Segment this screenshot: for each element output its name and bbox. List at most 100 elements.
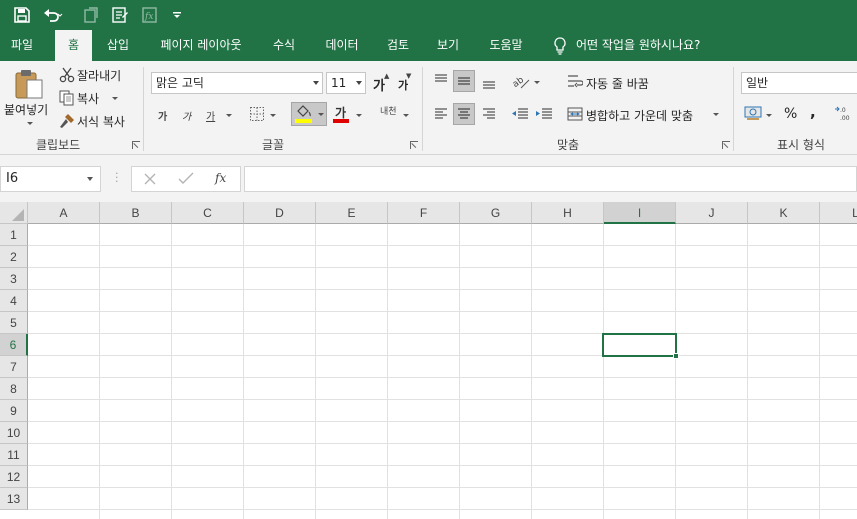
number-group-label: 표시 형식 (777, 138, 825, 152)
group-separator (422, 67, 423, 151)
align-bottom-icon[interactable] (481, 74, 497, 90)
column-header[interactable]: K (748, 202, 820, 224)
insert-function-button[interactable]: fx (215, 171, 226, 185)
cut-button[interactable]: 잘라내기 (58, 66, 130, 84)
phonetic-dropdown-icon[interactable] (403, 114, 409, 117)
tab-data[interactable]: 데이터 (317, 30, 367, 61)
copy-button[interactable]: 복사 (58, 89, 130, 107)
format-painter-icon (60, 114, 74, 128)
copy-dropdown-icon[interactable] (112, 97, 118, 100)
row-header[interactable]: 10 (0, 422, 28, 444)
tab-home[interactable]: 홈 (55, 30, 92, 61)
orientation-dropdown-icon[interactable] (534, 81, 540, 84)
row-header[interactable]: 1 (0, 224, 28, 246)
wrap-text-icon[interactable] (567, 73, 583, 91)
fill-handle[interactable] (673, 353, 679, 359)
percent-style-button[interactable]: % (784, 106, 797, 122)
select-all-button[interactable] (0, 202, 28, 224)
column-header[interactable]: E (316, 202, 388, 224)
tab-review[interactable]: 검토 (380, 30, 416, 61)
font-dialog-launcher-icon[interactable] (410, 141, 418, 149)
orientation-icon[interactable]: ab (511, 72, 531, 90)
align-top-icon[interactable] (433, 72, 449, 88)
merge-center-dropdown-icon[interactable] (713, 113, 719, 116)
tell-me-search[interactable]: 어떤 작업을 원하시나요? (576, 30, 716, 61)
row-header[interactable]: 6 (0, 334, 28, 356)
decrease-indent-icon[interactable] (511, 106, 529, 122)
worksheet-grid[interactable] (0, 202, 857, 519)
align-middle-button[interactable] (453, 70, 475, 92)
comma-style-button[interactable]: , (810, 103, 816, 121)
save-icon[interactable] (10, 0, 34, 30)
font-size-combo[interactable]: 11 (326, 72, 366, 94)
undo-icon[interactable] (40, 0, 66, 30)
row-header[interactable]: 13 (0, 488, 28, 510)
align-left-icon[interactable] (433, 106, 449, 122)
redo-icon[interactable] (80, 0, 102, 30)
column-header[interactable]: F (388, 202, 460, 224)
group-separator (143, 67, 144, 151)
align-center-button[interactable] (453, 103, 475, 125)
customize-qat-icon[interactable] (170, 0, 184, 30)
row-header[interactable]: 11 (0, 444, 28, 466)
tab-file[interactable]: 파일 (0, 30, 44, 61)
column-header[interactable]: C (172, 202, 244, 224)
italic-button[interactable]: 가 (182, 108, 191, 123)
row-header[interactable]: 9 (0, 400, 28, 422)
wrap-text-button[interactable]: 자동 줄 바꿈 (586, 75, 649, 92)
merge-center-icon[interactable] (567, 106, 583, 122)
row-header[interactable]: 7 (0, 356, 28, 378)
form-icon[interactable] (108, 0, 132, 30)
bold-button[interactable]: 가 (158, 108, 167, 123)
row-header[interactable]: 12 (0, 466, 28, 488)
currency-dropdown-icon[interactable] (766, 114, 772, 117)
phonetic-guide-button[interactable]: 내천 (380, 104, 397, 117)
shrink-font-icon: ▼ (406, 72, 412, 80)
increase-indent-icon[interactable] (535, 106, 553, 122)
borders-dropdown-icon[interactable] (270, 114, 276, 117)
row-header[interactable]: 8 (0, 378, 28, 400)
tab-formulas[interactable]: 수식 (266, 30, 302, 61)
column-gridline (819, 224, 820, 519)
column-header[interactable]: J (676, 202, 748, 224)
column-header[interactable]: G (460, 202, 532, 224)
row-header[interactable]: 4 (0, 290, 28, 312)
chevron-down-icon (87, 177, 93, 181)
alignment-dialog-launcher-icon[interactable] (722, 141, 730, 149)
fill-color-button[interactable] (291, 102, 327, 126)
merge-center-button[interactable]: 병합하고 가운데 맞춤 (586, 107, 693, 124)
number-format-combo[interactable]: 일반 (741, 72, 857, 94)
font-color-dropdown-icon[interactable] (356, 114, 362, 117)
name-box[interactable]: I6 (0, 166, 101, 192)
column-header[interactable]: I (604, 202, 676, 224)
increase-decimal-icon[interactable]: .0.00 (834, 105, 857, 121)
format-painter-button[interactable]: 서식 복사 (58, 112, 134, 130)
paste-dropdown-icon[interactable] (27, 122, 33, 125)
formula-bar-grip-icon[interactable]: · · · (115, 168, 119, 187)
row-header[interactable]: 2 (0, 246, 28, 268)
column-header[interactable]: B (100, 202, 172, 224)
tab-help[interactable]: 도움말 (481, 30, 531, 61)
paste-button[interactable]: 붙여넣기 (3, 66, 53, 130)
font-name-combo[interactable]: 맑은 고딕 (151, 72, 323, 94)
row-header[interactable]: 5 (0, 312, 28, 334)
column-header[interactable]: A (28, 202, 100, 224)
tab-insert[interactable]: 삽입 (100, 30, 136, 61)
underline-button[interactable]: 가 (206, 108, 215, 123)
underline-dropdown-icon[interactable] (226, 114, 232, 117)
tab-view[interactable]: 보기 (430, 30, 466, 61)
borders-icon[interactable] (249, 106, 265, 122)
clipboard-dialog-launcher-icon[interactable] (132, 141, 140, 149)
cancel-entry-icon[interactable] (143, 172, 157, 186)
column-header[interactable]: H (532, 202, 604, 224)
confirm-entry-icon[interactable] (178, 172, 194, 186)
row-header[interactable]: 3 (0, 268, 28, 290)
column-header[interactable]: D (244, 202, 316, 224)
clear-format-icon[interactable]: fx (138, 0, 162, 30)
align-right-icon[interactable] (481, 106, 497, 122)
column-header[interactable]: L (820, 202, 857, 224)
formula-input[interactable] (244, 166, 857, 192)
currency-format-icon[interactable] (744, 105, 762, 121)
tab-page-layout[interactable]: 페이지 레이아웃 (150, 30, 252, 61)
active-cell-border[interactable] (602, 333, 677, 357)
